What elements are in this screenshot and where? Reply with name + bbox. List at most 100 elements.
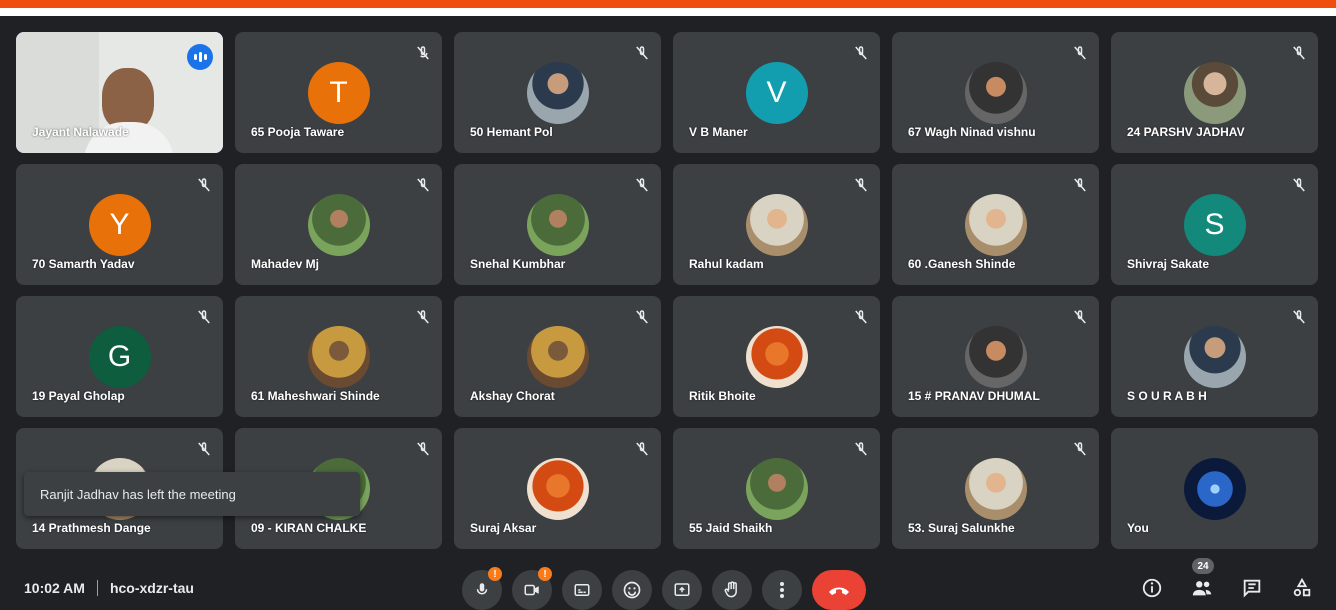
participant-photo: [745, 326, 808, 388]
captions-button[interactable]: [562, 570, 602, 610]
mic-off-icon: [1074, 46, 1086, 60]
mic-off-icon: [855, 442, 867, 456]
mic-off-icon: [417, 310, 429, 324]
participant-name: 60 .Ganesh Shinde: [908, 257, 1016, 271]
participant-tile[interactable]: T 65 Pooja Taware: [235, 32, 442, 153]
activities-icon: [1293, 577, 1311, 597]
participant-tile[interactable]: Y 70 Samarth Yadav: [16, 164, 223, 285]
reactions-button[interactable]: [612, 570, 652, 610]
participant-tile[interactable]: Ritik Bhoite: [673, 296, 880, 417]
participant-tile[interactable]: 24 PARSHV JADHAV: [1111, 32, 1318, 153]
mic-off-icon: [414, 44, 432, 62]
participant-photo: [964, 194, 1027, 256]
participant-name: Mahadev Mj: [251, 257, 320, 271]
participant-name: 50 Hemant Pol: [470, 125, 553, 139]
divider: [96, 580, 98, 596]
speaking-indicator-icon: [187, 44, 213, 70]
mic-off-icon: [198, 178, 210, 192]
mic-off-icon: [855, 310, 867, 324]
participant-avatar: S: [1183, 194, 1246, 256]
participant-name: 53. Suraj Salunkhe: [908, 521, 1015, 535]
info-icon: [1142, 578, 1162, 598]
meeting-details-button[interactable]: [1138, 574, 1166, 602]
top-divider: [0, 8, 1336, 16]
camera-button[interactable]: !: [512, 567, 552, 610]
participant-tile-self-video[interactable]: Jayant Nalawade: [16, 32, 223, 153]
mic-off-icon: [1074, 442, 1086, 456]
participant-tile[interactable]: 15 # PRANAV DHUMAL: [892, 296, 1099, 417]
meeting-info: 10:02 AM hco-xdzr-tau: [24, 580, 194, 596]
participant-name: Snehal Kumbhar: [470, 257, 566, 271]
participant-tile[interactable]: S Shivraj Sakate: [1111, 164, 1318, 285]
mic-off-icon: [636, 310, 648, 324]
camera-icon: [524, 584, 539, 596]
participant-tile[interactable]: 60 .Ganesh Shinde: [892, 164, 1099, 285]
participant-tile[interactable]: G 19 Payal Gholap: [16, 296, 223, 417]
present-screen-icon: [674, 583, 690, 596]
participant-tile[interactable]: S O U R A B H: [1111, 296, 1318, 417]
participant-tile[interactable]: Mahadev Mj: [235, 164, 442, 285]
participant-name: Suraj Aksar: [470, 521, 537, 535]
participant-name: Rahul kadam: [689, 257, 764, 271]
participant-tile[interactable]: 55 Jaid Shaikh: [673, 428, 880, 549]
more-options-button[interactable]: [762, 570, 802, 610]
mic-off-icon: [636, 442, 648, 456]
activities-button[interactable]: [1288, 574, 1316, 602]
call-controls: ! !: [462, 567, 866, 610]
right-controls: 24: [1138, 558, 1316, 602]
mic-off-icon: [417, 178, 429, 192]
mic-off-icon: [1293, 310, 1305, 324]
toast-text: Ranjit Jadhav has left the meeting: [40, 486, 236, 502]
meeting-time: 10:02 AM: [24, 580, 85, 596]
notification-toast: Ranjit Jadhav has left the meeting: [24, 472, 360, 516]
mic-off-icon: [636, 46, 648, 60]
participant-tile-self[interactable]: You: [1111, 428, 1318, 549]
participant-name: 55 Jaid Shaikh: [689, 521, 773, 535]
mic-off-icon: [1293, 178, 1305, 192]
participant-name: 19 Payal Gholap: [32, 389, 125, 403]
hand-icon: [724, 581, 737, 598]
participant-name: 70 Samarth Yadav: [32, 257, 135, 271]
more-vert-icon: [780, 582, 784, 598]
microphone-button[interactable]: !: [462, 567, 502, 610]
participant-photo: [964, 326, 1027, 388]
present-button[interactable]: [662, 570, 702, 610]
people-count-badge: 24: [1192, 558, 1214, 574]
participant-face: [102, 68, 154, 130]
participant-tile[interactable]: 67 Wagh Ninad vishnu: [892, 32, 1099, 153]
mic-off-icon: [198, 442, 210, 456]
end-call-button[interactable]: [812, 570, 866, 610]
participant-photo: [1183, 62, 1246, 124]
participant-name: 67 Wagh Ninad vishnu: [908, 125, 1036, 139]
participant-photo: [307, 194, 370, 256]
phone-hangup-icon: [829, 587, 849, 595]
participant-tile[interactable]: 50 Hemant Pol: [454, 32, 661, 153]
participant-tile[interactable]: Snehal Kumbhar: [454, 164, 661, 285]
participant-photo: [964, 62, 1027, 124]
participant-tile[interactable]: 53. Suraj Salunkhe: [892, 428, 1099, 549]
participant-photo: [526, 458, 589, 520]
people-button[interactable]: 24: [1188, 558, 1216, 602]
participant-name: V B Maner: [689, 125, 748, 139]
participant-photo: [964, 458, 1027, 520]
participant-photo: [526, 194, 589, 256]
participant-name: 24 PARSHV JADHAV: [1127, 125, 1245, 139]
participant-tile[interactable]: 61 Maheshwari Shinde: [235, 296, 442, 417]
people-icon: [1192, 581, 1212, 596]
participant-tile[interactable]: Akshay Chorat: [454, 296, 661, 417]
chat-button[interactable]: [1238, 574, 1266, 602]
participant-name: 15 # PRANAV DHUMAL: [908, 389, 1040, 403]
participant-name: Jayant Nalawade: [32, 125, 129, 139]
participant-name: 65 Pooja Taware: [251, 125, 345, 139]
participant-name: Ritik Bhoite: [689, 389, 756, 403]
participant-tile[interactable]: Rahul kadam: [673, 164, 880, 285]
participant-tile[interactable]: Suraj Aksar: [454, 428, 661, 549]
raise-hand-button[interactable]: [712, 570, 752, 610]
participant-tile[interactable]: V V B Maner: [673, 32, 880, 153]
participant-photo: [1183, 326, 1246, 388]
mic-off-icon: [1074, 178, 1086, 192]
participant-name: Shivraj Sakate: [1127, 257, 1210, 271]
mic-off-icon: [1293, 46, 1305, 60]
participant-name: 61 Maheshwari Shinde: [251, 389, 380, 403]
participant-name: You: [1127, 521, 1149, 535]
